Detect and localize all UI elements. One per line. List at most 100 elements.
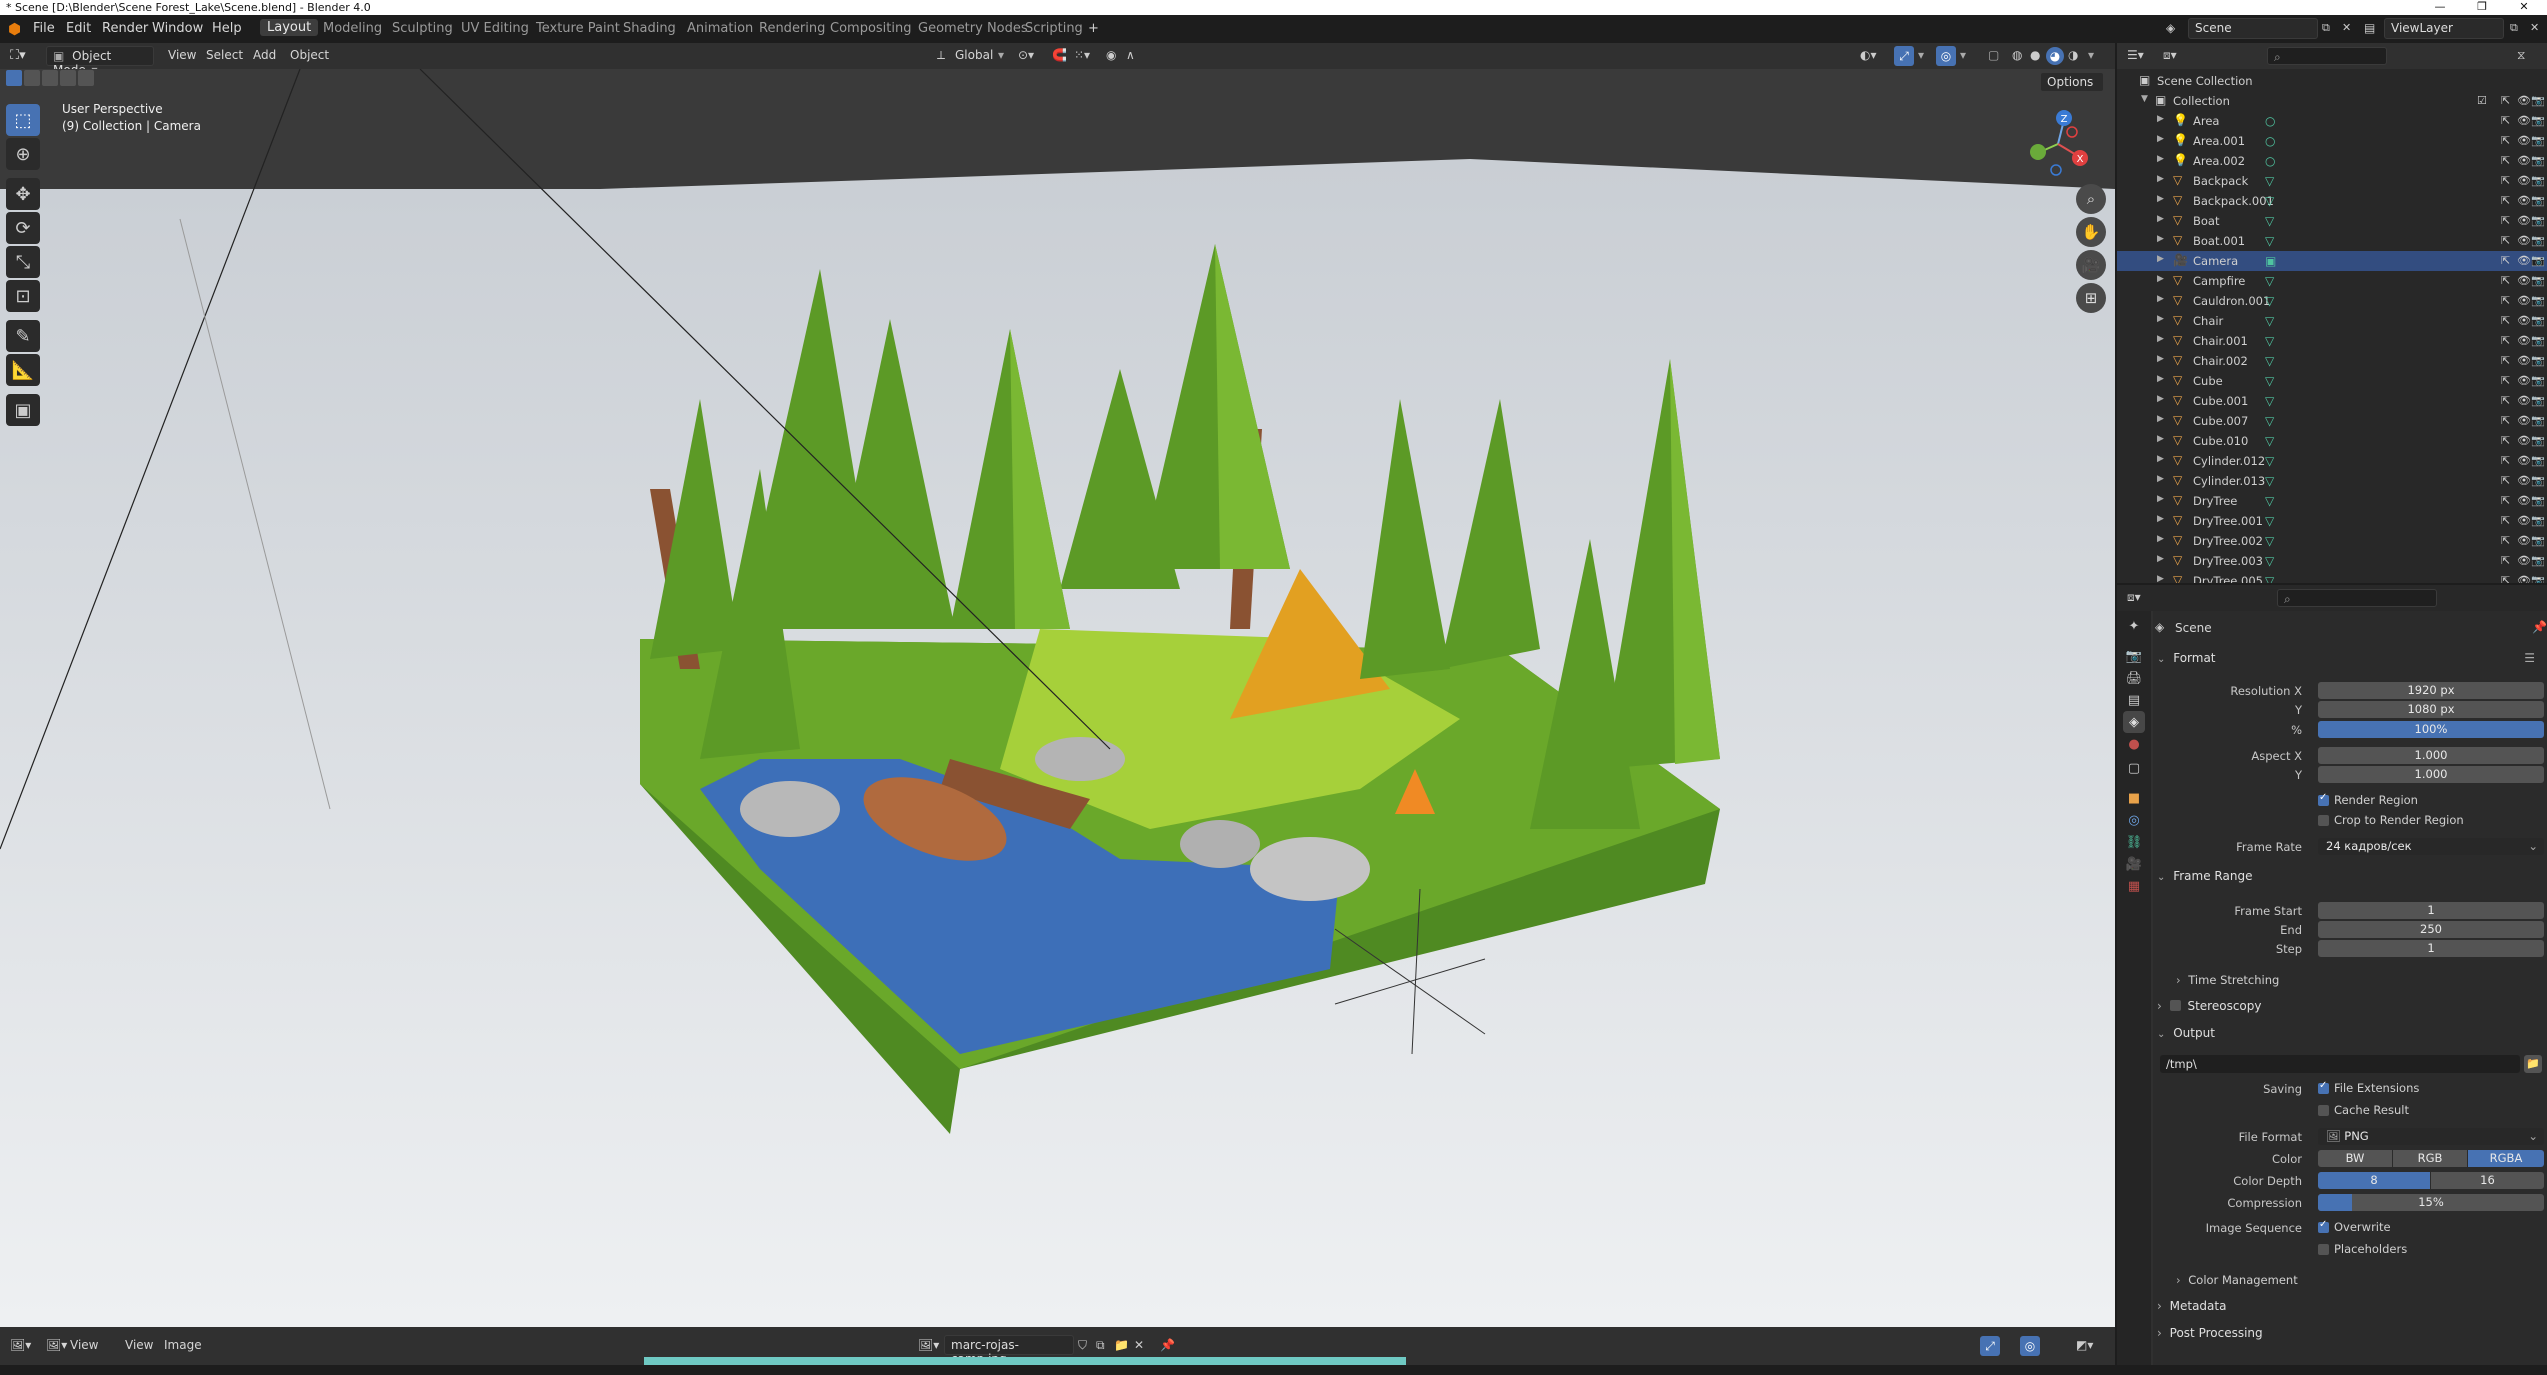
- expand-arrow-icon[interactable]: ▶: [2157, 214, 2164, 224]
- object-data-icon[interactable]: ▽: [2265, 454, 2274, 468]
- object-data-icon[interactable]: ▽: [2265, 274, 2274, 288]
- fake-user-icon[interactable]: ⛉: [1078, 1338, 1087, 1353]
- object-data-icon[interactable]: ▽: [2265, 314, 2274, 328]
- expand-arrow-icon[interactable]: ▶: [2157, 494, 2164, 504]
- expand-arrow-icon[interactable]: ▶: [2157, 454, 2164, 464]
- object-data-icon[interactable]: ○: [2265, 154, 2275, 168]
- visibility-eye-icon[interactable]: 👁: [2517, 434, 2531, 447]
- select-invert-icon[interactable]: [60, 70, 76, 86]
- outliner-row[interactable]: ▶ ▽ Cauldron.001 ▽ ⇱ 👁 📷: [2117, 291, 2547, 311]
- frame-rate-dropdown[interactable]: 24 кадров/сек ⌄: [2318, 838, 2544, 855]
- visibility-eye-icon[interactable]: 👁: [2517, 354, 2531, 367]
- rotate-tool-icon[interactable]: ⟳: [6, 212, 40, 244]
- outliner-row[interactable]: ▶ 💡 Area.001 ○ ⇱ 👁 📷: [2117, 131, 2547, 151]
- zoom-icon[interactable]: ⌕: [2076, 184, 2106, 214]
- cache-result-checkbox[interactable]: [2318, 1105, 2329, 1116]
- outliner-row[interactable]: ▶ ▽ Cube.007 ▽ ⇱ 👁 📷: [2117, 411, 2547, 431]
- select-subtract-icon[interactable]: [42, 70, 58, 86]
- pin-properties-icon[interactable]: 📌: [2532, 620, 2547, 634]
- display-mode-icon[interactable]: ⧈▾: [2163, 48, 2177, 63]
- proportional-edit-icon[interactable]: ◉: [1106, 48, 1116, 62]
- select-toggle-icon[interactable]: ⇱: [2501, 114, 2510, 127]
- view-layer-selector[interactable]: ViewLayer: [2384, 18, 2504, 39]
- new-scene-icon[interactable]: ⧉: [2322, 21, 2330, 35]
- object-data-icon[interactable]: ▽: [2265, 294, 2274, 308]
- new-view-layer-icon[interactable]: ⧉: [2510, 21, 2518, 35]
- minimize-button[interactable]: —: [2420, 0, 2460, 15]
- expand-arrow-icon[interactable]: ▶: [2157, 554, 2164, 564]
- expand-arrow-icon[interactable]: ▶: [2157, 274, 2164, 284]
- falloff-icon[interactable]: ∧: [1126, 48, 1135, 62]
- visibility-eye-icon[interactable]: 👁: [2517, 394, 2531, 407]
- tab-texture-paint[interactable]: Texture Paint: [536, 21, 620, 36]
- object-data-icon[interactable]: ▽: [2265, 534, 2274, 548]
- select-new-icon[interactable]: [6, 70, 22, 86]
- select-toggle-icon[interactable]: ⇱: [2501, 174, 2510, 187]
- new-image-icon[interactable]: ⧉: [1096, 1338, 1105, 1353]
- select-toggle-icon[interactable]: ⇱: [2501, 554, 2510, 567]
- render-camera-icon[interactable]: 📷: [2531, 514, 2545, 527]
- visibility-eye-icon[interactable]: 👁: [2517, 254, 2531, 267]
- resolution-y-field[interactable]: 1080 px: [2318, 701, 2544, 718]
- visibility-eye-icon[interactable]: 👁: [2517, 194, 2531, 207]
- render-camera-icon[interactable]: 📷: [2531, 434, 2545, 447]
- pivot-icon[interactable]: ⊙▾: [1018, 48, 1034, 62]
- outliner-row[interactable]: ▶ ▽ Boat.001 ▽ ⇱ 👁 📷: [2117, 231, 2547, 251]
- select-toggle-icon[interactable]: ⇱: [2501, 514, 2510, 527]
- outliner-row[interactable]: ▶ 💡 Area ○ ⇱ 👁 📷: [2117, 111, 2547, 131]
- outliner-row[interactable]: ▶ ▽ Cube.001 ▽ ⇱ 👁 📷: [2117, 391, 2547, 411]
- tab-scripting[interactable]: Scripting: [1025, 21, 1083, 36]
- stereoscopy-checkbox[interactable]: [2169, 1000, 2181, 1011]
- render-camera-icon[interactable]: 📷: [2531, 494, 2545, 507]
- measure-tool-icon[interactable]: 📐: [6, 354, 40, 386]
- expand-arrow-icon[interactable]: ▶: [2157, 294, 2164, 304]
- overlay-chevron-icon[interactable]: ▾: [1960, 48, 1966, 62]
- frame-step-field[interactable]: 1: [2318, 940, 2544, 957]
- shading-wireframe-icon[interactable]: ◍: [2012, 48, 2022, 62]
- overlay-toggle-icon[interactable]: ◎: [1936, 46, 1956, 66]
- visibility-eye-icon[interactable]: 👁: [2517, 454, 2531, 467]
- outliner-row[interactable]: ▶ ▽ Cube ▽ ⇱ 👁 📷: [2117, 371, 2547, 391]
- expand-arrow-icon[interactable]: ▶: [2157, 394, 2164, 404]
- scene-icon[interactable]: ◈: [2166, 21, 2175, 35]
- annotate-tool-icon[interactable]: ✎: [6, 320, 40, 352]
- scene-tab-icon[interactable]: ◈: [2123, 711, 2145, 733]
- viewport-menu-object[interactable]: Object: [290, 48, 329, 62]
- collection-row[interactable]: ▼ ▣ Collection ☑ ⇱ 👁 📷: [2117, 91, 2547, 111]
- panel-format[interactable]: ⌄ Format ☰: [2157, 651, 2543, 673]
- outliner-row[interactable]: ▶ ▽ DryTree ▽ ⇱ 👁 📷: [2117, 491, 2547, 511]
- expand-arrow-icon[interactable]: ▶: [2157, 474, 2164, 484]
- outliner-row[interactable]: ▶ ▽ Backpack.001 ▽ ⇱ 👁 📷: [2117, 191, 2547, 211]
- render-camera-icon[interactable]: 📷: [2531, 94, 2545, 107]
- object-data-icon[interactable]: ▽: [2265, 434, 2274, 448]
- menu-edit[interactable]: Edit: [66, 21, 91, 36]
- select-toggle-icon[interactable]: ⇱: [2501, 214, 2510, 227]
- expand-arrow-icon[interactable]: ▶: [2157, 194, 2164, 204]
- object-data-icon[interactable]: ▣: [2265, 254, 2276, 268]
- select-toggle-icon[interactable]: ⇱: [2501, 154, 2510, 167]
- move-tool-icon[interactable]: ✥: [6, 178, 40, 210]
- delete-scene-icon[interactable]: ✕: [2342, 21, 2351, 34]
- object-data-icon[interactable]: ▽: [2265, 394, 2274, 408]
- unlink-image-icon[interactable]: ✕: [1134, 1338, 1144, 1352]
- select-toggle-icon[interactable]: ⇱: [2501, 334, 2510, 347]
- orientation-chevron-icon[interactable]: ▾: [998, 48, 1004, 62]
- object-data-icon[interactable]: ▽: [2265, 574, 2274, 583]
- xray-icon[interactable]: ▢: [1988, 48, 1999, 62]
- mode-selector[interactable]: ▣ Object Mode ▾: [46, 46, 154, 77]
- render-camera-icon[interactable]: 📷: [2531, 534, 2545, 547]
- render-camera-icon[interactable]: 📷: [2531, 354, 2545, 367]
- tab-modeling[interactable]: Modeling: [323, 21, 382, 36]
- color-rgb-option[interactable]: RGB: [2393, 1150, 2467, 1167]
- render-camera-icon[interactable]: 📷: [2531, 314, 2545, 327]
- aspect-x-field[interactable]: 1.000: [2318, 747, 2544, 764]
- options-button[interactable]: Options: [2040, 72, 2104, 92]
- visibility-eye-icon[interactable]: 👁: [2517, 214, 2531, 227]
- render-region-checkbox[interactable]: [2318, 792, 2329, 806]
- outliner-editor-type-icon[interactable]: ☰▾: [2127, 48, 2144, 62]
- expand-arrow-icon[interactable]: ▶: [2157, 574, 2164, 583]
- outliner-row[interactable]: ▶ 🎥 Camera ▣ ⇱ 👁 📷: [2117, 251, 2547, 271]
- color-depth-8-option[interactable]: 8: [2318, 1172, 2430, 1189]
- maximize-button[interactable]: ❐: [2462, 0, 2502, 15]
- shading-material-icon[interactable]: ◕: [2046, 47, 2064, 65]
